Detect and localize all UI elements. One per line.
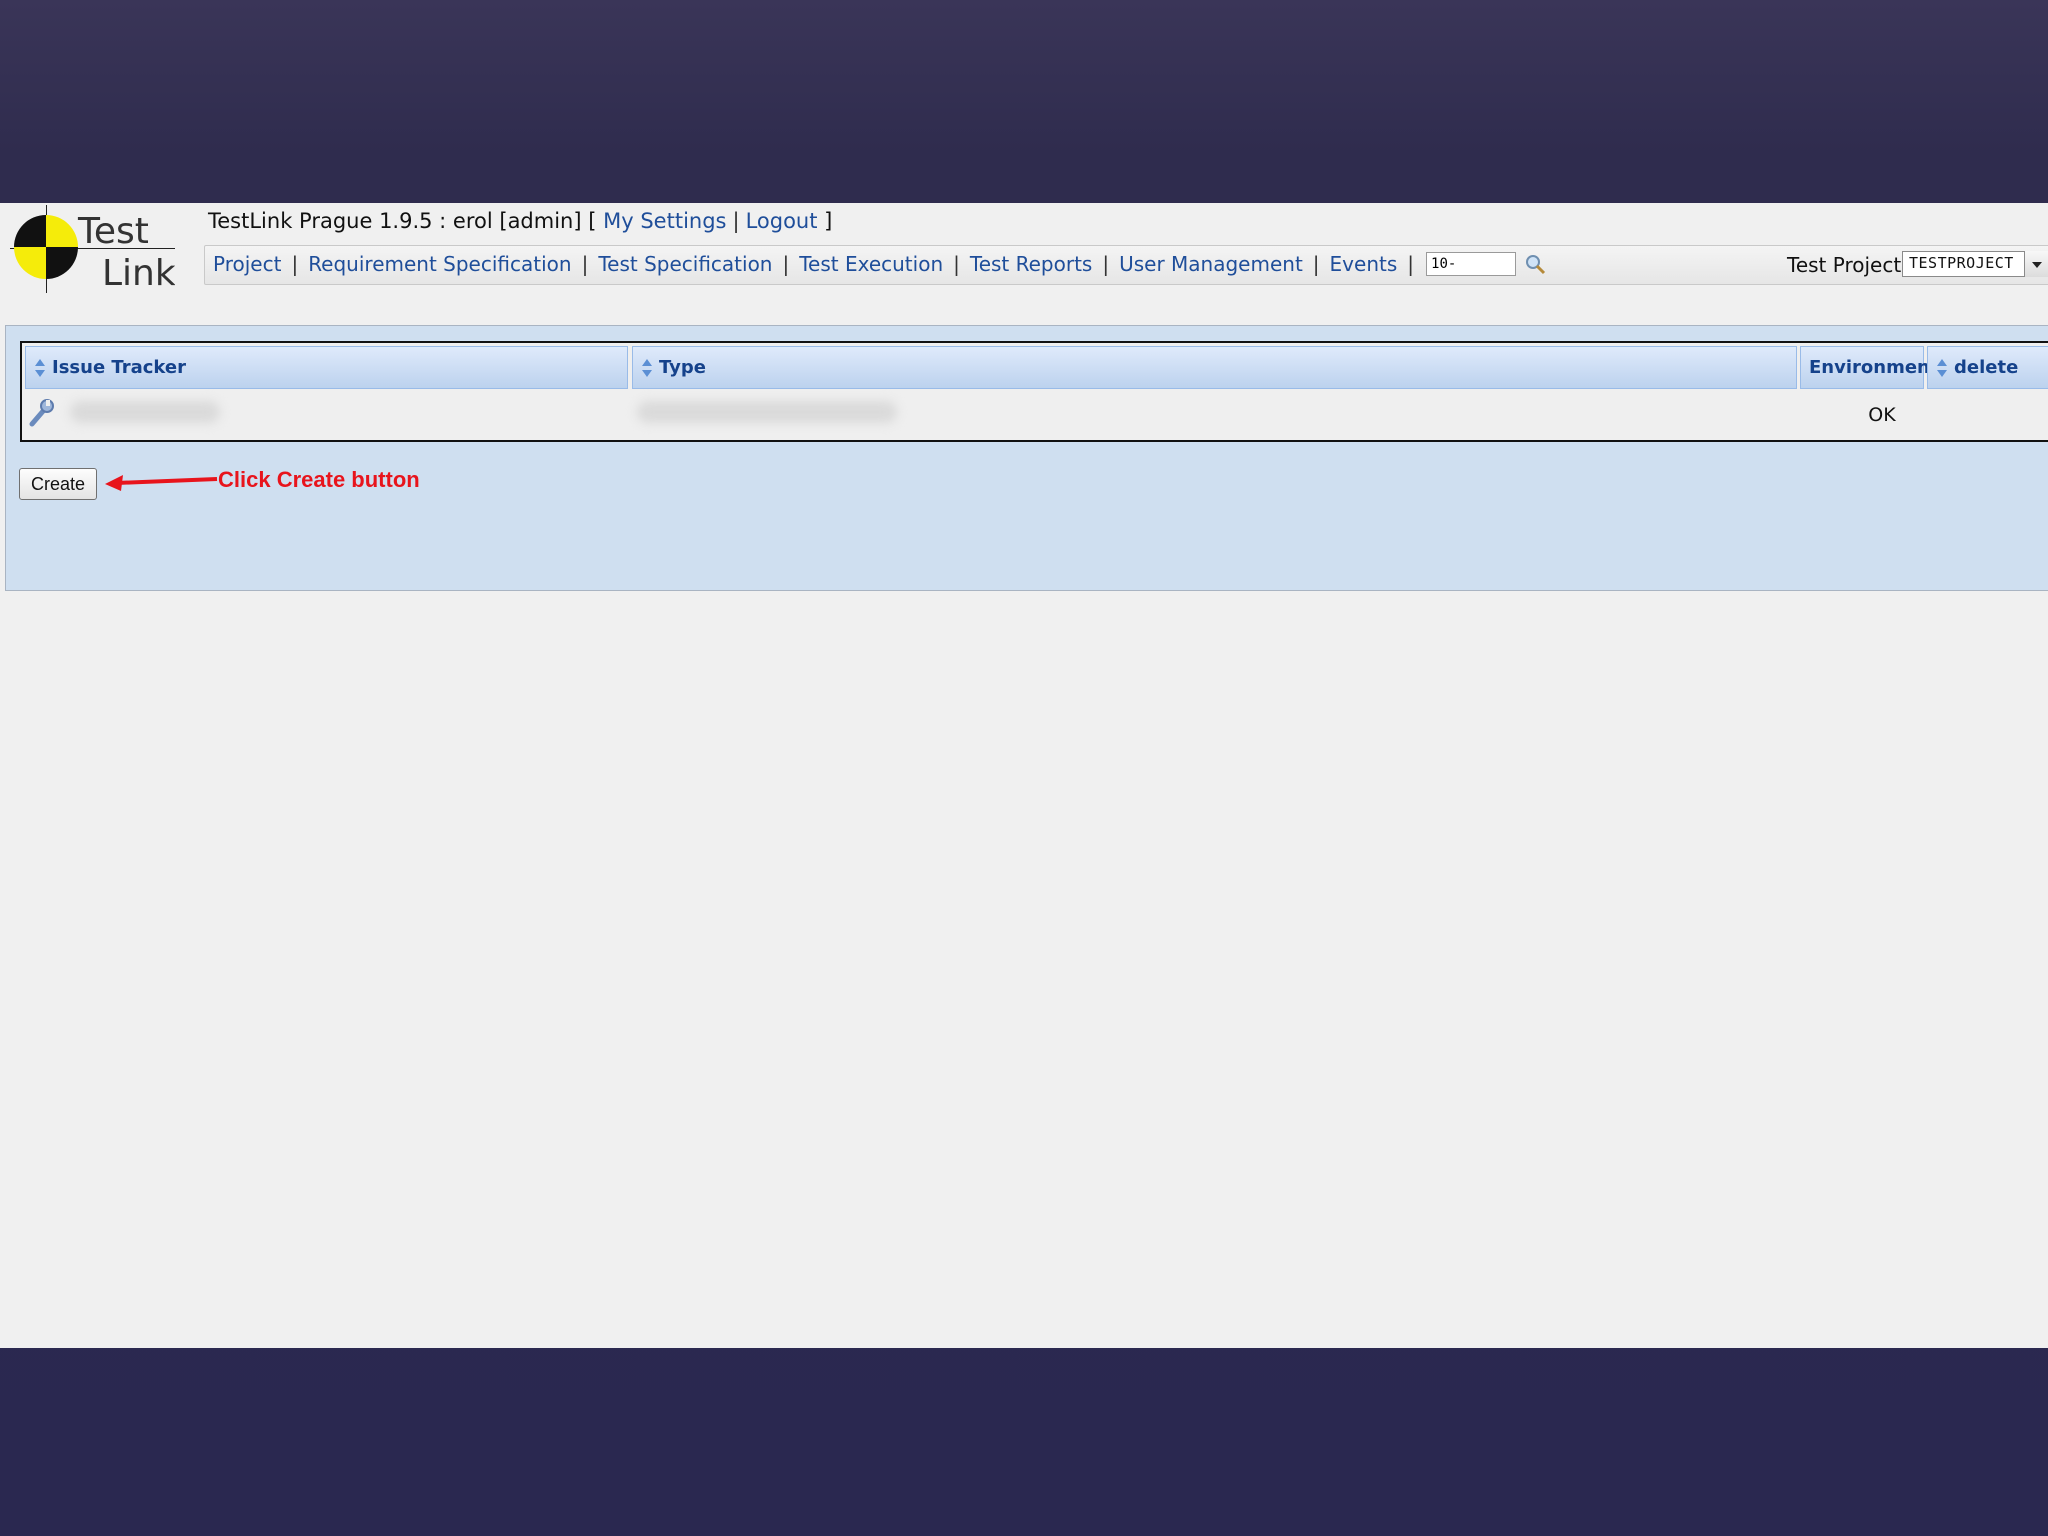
wrench-icon[interactable] bbox=[28, 398, 56, 428]
search-icon[interactable] bbox=[1524, 253, 1546, 275]
app-title: TestLink Prague 1.9.5 : erol [admin] [ bbox=[208, 209, 597, 233]
nav-requirement-specification[interactable]: Requirement Specification bbox=[308, 252, 571, 276]
header-delete[interactable]: delete bbox=[1927, 346, 2048, 389]
header-type[interactable]: Type bbox=[632, 346, 1797, 389]
issue-tracker-table: Issue Tracker Type Environment delete OK bbox=[20, 341, 2048, 442]
annotation-text: Click Create button bbox=[218, 467, 420, 492]
header-environment: Environment bbox=[1800, 346, 1938, 389]
user-info-bar: TestLink Prague 1.9.5 : erol [admin] [ M… bbox=[208, 209, 833, 233]
testcase-search-input[interactable] bbox=[1426, 252, 1517, 276]
logo-text-test: Test bbox=[77, 211, 149, 252]
sort-icon bbox=[642, 358, 652, 377]
nav-events[interactable]: Events bbox=[1330, 252, 1398, 276]
workframe: Issue Tracker Type Environment delete OK… bbox=[5, 325, 2048, 591]
environment-status: OK bbox=[1868, 404, 1896, 426]
nav-user-management[interactable]: User Management bbox=[1119, 252, 1303, 276]
logo-text-link: Link bbox=[102, 253, 175, 293]
redacted-tracker-type bbox=[637, 401, 897, 423]
testlink-window: Test Link TestLink Prague 1.9.5 : erol [… bbox=[0, 203, 2048, 1348]
sort-icon bbox=[1937, 358, 1947, 377]
chevron-down-icon[interactable] bbox=[2024, 251, 2048, 277]
my-settings-link[interactable]: My Settings bbox=[603, 209, 726, 233]
test-project-label: Test Project bbox=[1787, 253, 1902, 277]
main-navigation: Project | Requirement Specification | Test… bbox=[204, 245, 2048, 285]
nav-test-reports[interactable]: Test Reports bbox=[970, 252, 1092, 276]
nav-test-execution[interactable]: Test Execution bbox=[799, 252, 943, 276]
test-project-selected: TESTPROJECT bbox=[1909, 254, 2014, 272]
close-bracket: ] bbox=[824, 209, 833, 233]
nav-project[interactable]: Project bbox=[213, 252, 281, 276]
testlink-logo: Test Link bbox=[10, 205, 175, 293]
create-button[interactable]: Create bbox=[19, 468, 97, 500]
nav-test-specification[interactable]: Test Specification bbox=[598, 252, 772, 276]
logout-link[interactable]: Logout bbox=[746, 209, 818, 233]
test-project-select[interactable]: TESTPROJECT bbox=[1902, 251, 2048, 277]
annotation-arrow-icon bbox=[105, 475, 218, 491]
sort-icon bbox=[35, 358, 45, 377]
redacted-tracker-name[interactable] bbox=[70, 401, 220, 423]
header-issue-tracker[interactable]: Issue Tracker bbox=[25, 346, 628, 389]
